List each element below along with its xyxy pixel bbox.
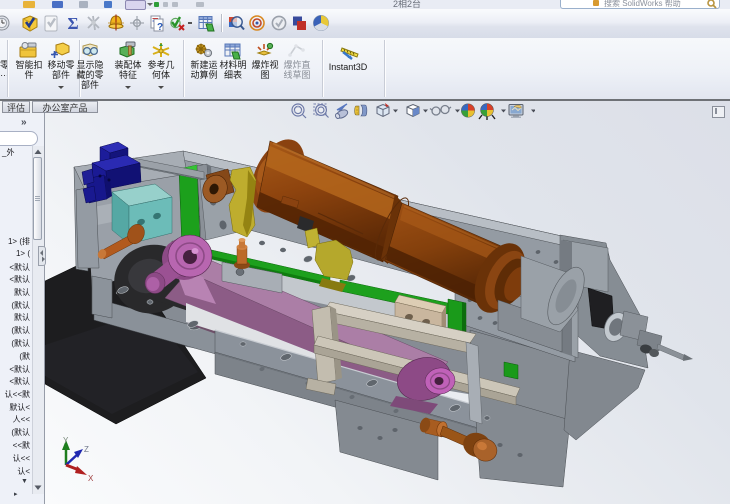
svg-text:X: X — [88, 474, 94, 483]
svg-text:Y: Y — [63, 436, 69, 445]
svg-text:Z: Z — [84, 445, 89, 454]
